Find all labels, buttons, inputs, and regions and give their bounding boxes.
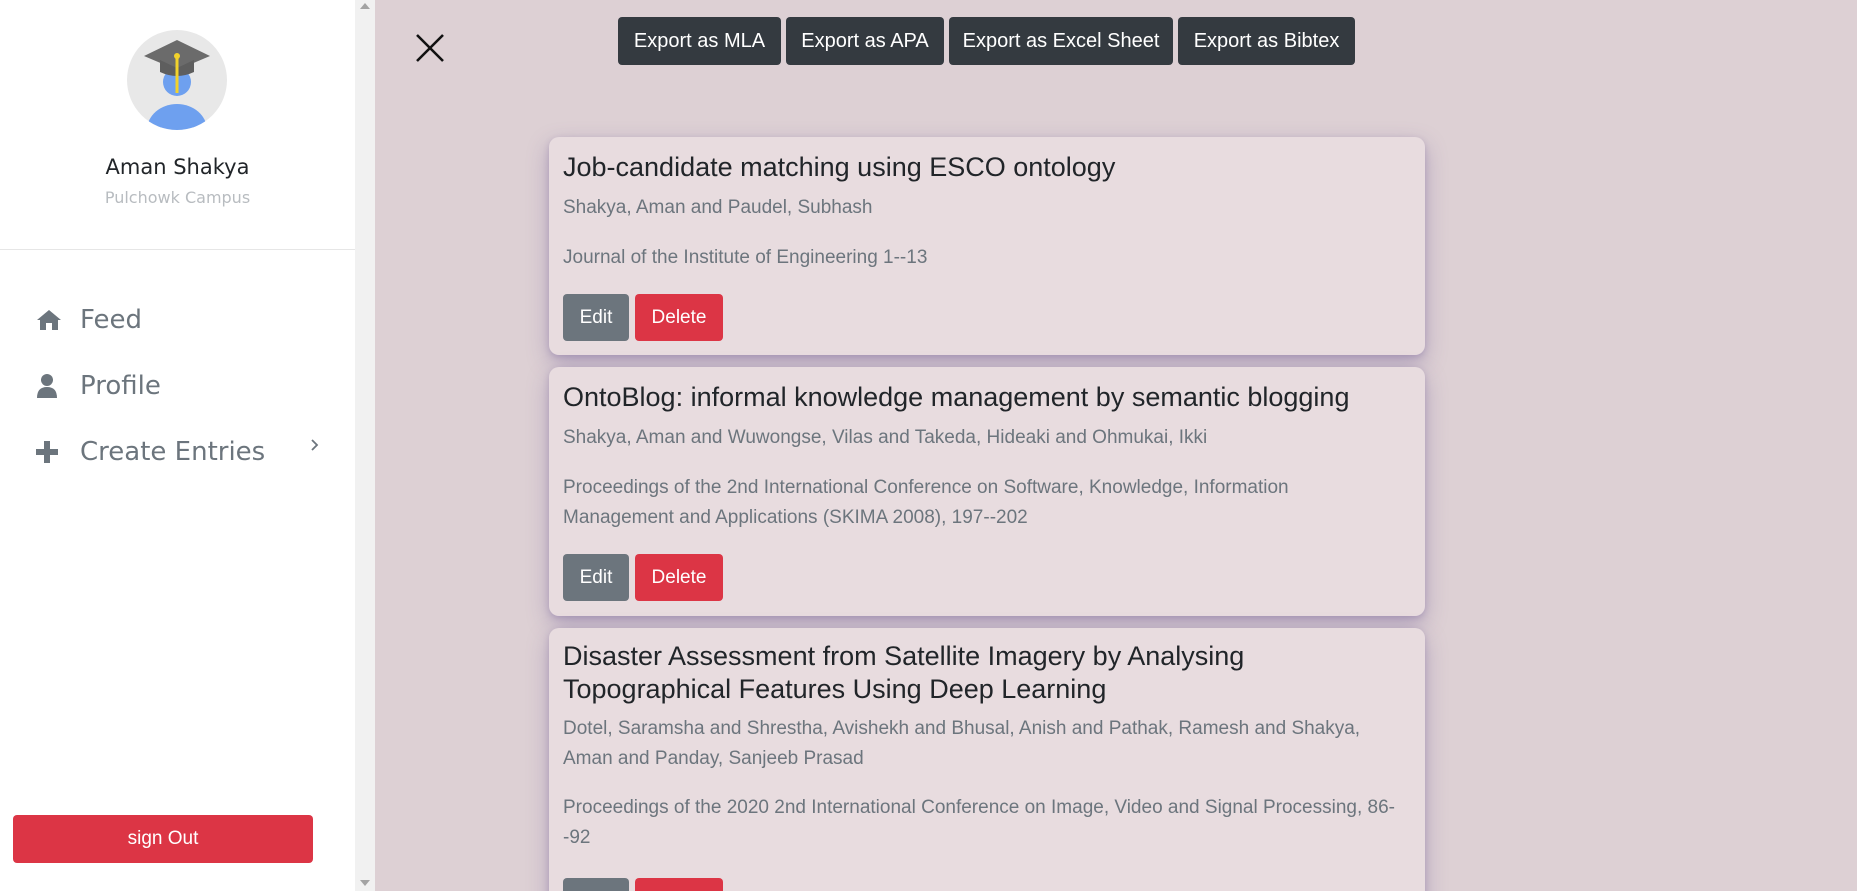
avatar <box>127 30 227 130</box>
export-apa-button[interactable]: Export as APA <box>786 17 944 65</box>
entry-card: OntoBlog: informal knowledge management … <box>549 367 1425 616</box>
scroll-down-arrow-icon[interactable] <box>360 880 370 886</box>
close-icon[interactable] <box>412 30 448 66</box>
edit-button[interactable]: Edit <box>563 554 629 601</box>
nav-item-create-entries[interactable]: Create Entries <box>36 432 265 472</box>
delete-button[interactable]: Delete <box>635 878 723 891</box>
nav-item-label: Create Entries <box>80 437 266 467</box>
user-icon <box>36 371 68 401</box>
chevron-right-icon[interactable] <box>308 435 322 455</box>
scrollbar-thumb[interactable] <box>355 14 375 876</box>
entry-title: Job-candidate matching using ESCO ontolo… <box>563 152 1116 182</box>
sidebar: Aman Shakya Pulchowk Campus Feed Profile… <box>0 0 355 891</box>
entry-card: Disaster Assessment from Satellite Image… <box>549 628 1425 891</box>
sidebar-divider <box>0 249 355 250</box>
scrollbar[interactable] <box>355 0 375 891</box>
sign-out-button[interactable]: sign Out <box>13 815 313 863</box>
entry-authors: Shakya, Aman and Wuwongse, Vilas and Tak… <box>563 427 1208 448</box>
edit-button[interactable]: Edit <box>563 878 629 891</box>
nav-item-feed[interactable]: Feed <box>36 300 142 340</box>
edit-button[interactable]: Edit <box>563 294 629 341</box>
user-name: Aman Shakya <box>105 155 250 179</box>
scroll-up-arrow-icon[interactable] <box>360 3 370 9</box>
export-mla-button[interactable]: Export as MLA <box>618 17 781 65</box>
entry-venue: Journal of the Institute of Engineering … <box>563 247 928 268</box>
nav-item-label: Profile <box>80 371 161 401</box>
entry-venue: Proceedings of the 2nd International Con… <box>563 477 1289 528</box>
entry-authors: Shakya, Aman and Paudel, Subhash <box>563 197 873 218</box>
nav-item-label: Feed <box>80 305 143 335</box>
entry-venue: Proceedings of the 2020 2nd Internationa… <box>563 797 1395 848</box>
export-excel-button[interactable]: Export as Excel Sheet <box>949 17 1173 65</box>
export-bibtex-button[interactable]: Export as Bibtex <box>1178 17 1355 65</box>
entry-card: Job-candidate matching using ESCO ontolo… <box>549 137 1425 355</box>
delete-button[interactable]: Delete <box>635 294 723 341</box>
plus-icon <box>36 437 68 467</box>
nav-item-profile[interactable]: Profile <box>36 366 161 406</box>
home-icon <box>36 305 68 335</box>
delete-button[interactable]: Delete <box>635 554 723 601</box>
entry-authors: Dotel, Saramsha and Shrestha, Avishekh a… <box>563 718 1361 769</box>
entry-title: OntoBlog: informal knowledge management … <box>563 382 1350 412</box>
entry-title: Disaster Assessment from Satellite Image… <box>563 641 1245 704</box>
user-campus: Pulchowk Campus <box>104 188 251 207</box>
graduate-avatar-icon <box>144 40 210 130</box>
